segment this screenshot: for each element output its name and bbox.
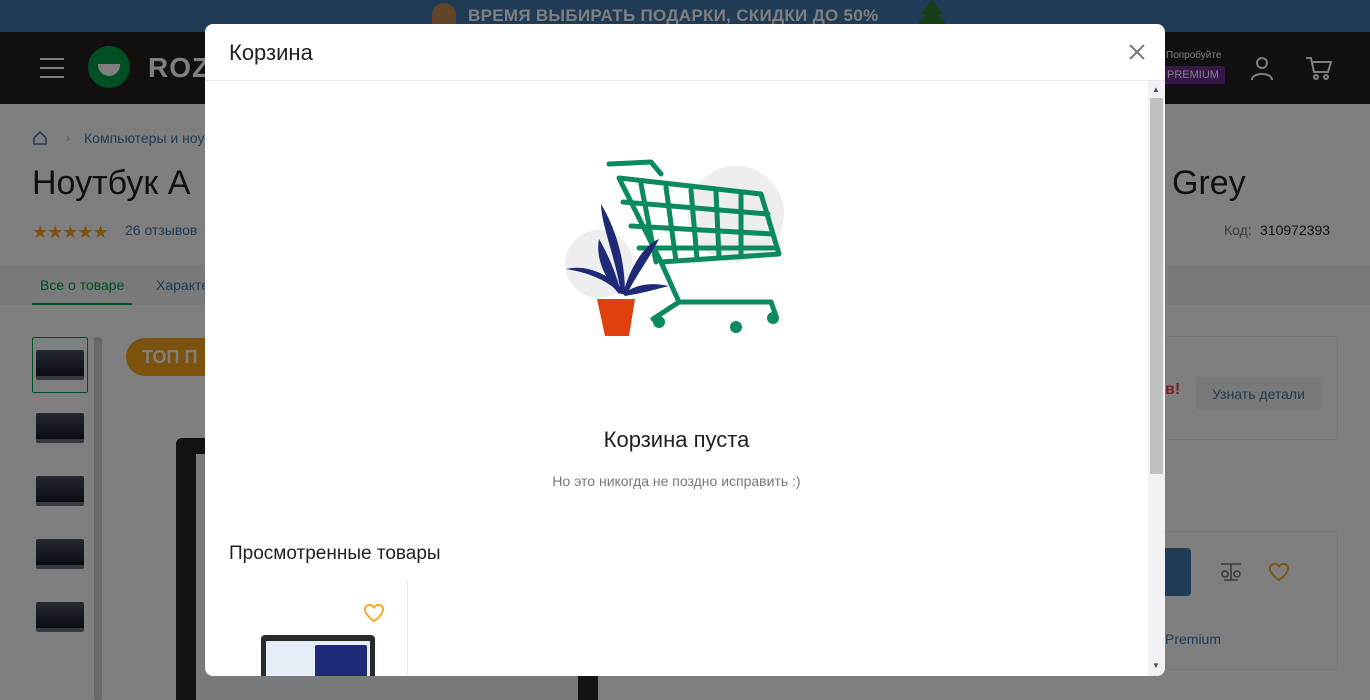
modal-scrollbar[interactable]: ▲ ▼: [1148, 81, 1165, 676]
scroll-up-arrow-icon[interactable]: ▲: [1152, 85, 1160, 94]
modal-body: Корзина пуста Но это никогда не поздно и…: [205, 81, 1148, 676]
scroll-down-arrow-icon[interactable]: ▼: [1152, 661, 1160, 670]
viewed-products-title: Просмотренные товары: [229, 543, 441, 564]
heart-icon[interactable]: [363, 603, 385, 623]
close-icon[interactable]: [1126, 41, 1148, 63]
modal-header: Корзина: [205, 24, 1165, 81]
modal-title: Корзина: [229, 40, 313, 65]
scrollbar-thumb[interactable]: [1150, 98, 1163, 474]
viewed-product-image[interactable]: [261, 635, 375, 676]
empty-cart-subtitle: Но это никогда не поздно исправить :): [552, 473, 801, 489]
empty-cart-illustration: [565, 159, 784, 336]
viewed-product-card[interactable]: [229, 581, 408, 676]
empty-cart-title: Корзина пуста: [603, 427, 750, 452]
cart-modal: Корзина Корзина пуста Но это никогда не …: [205, 24, 1165, 676]
